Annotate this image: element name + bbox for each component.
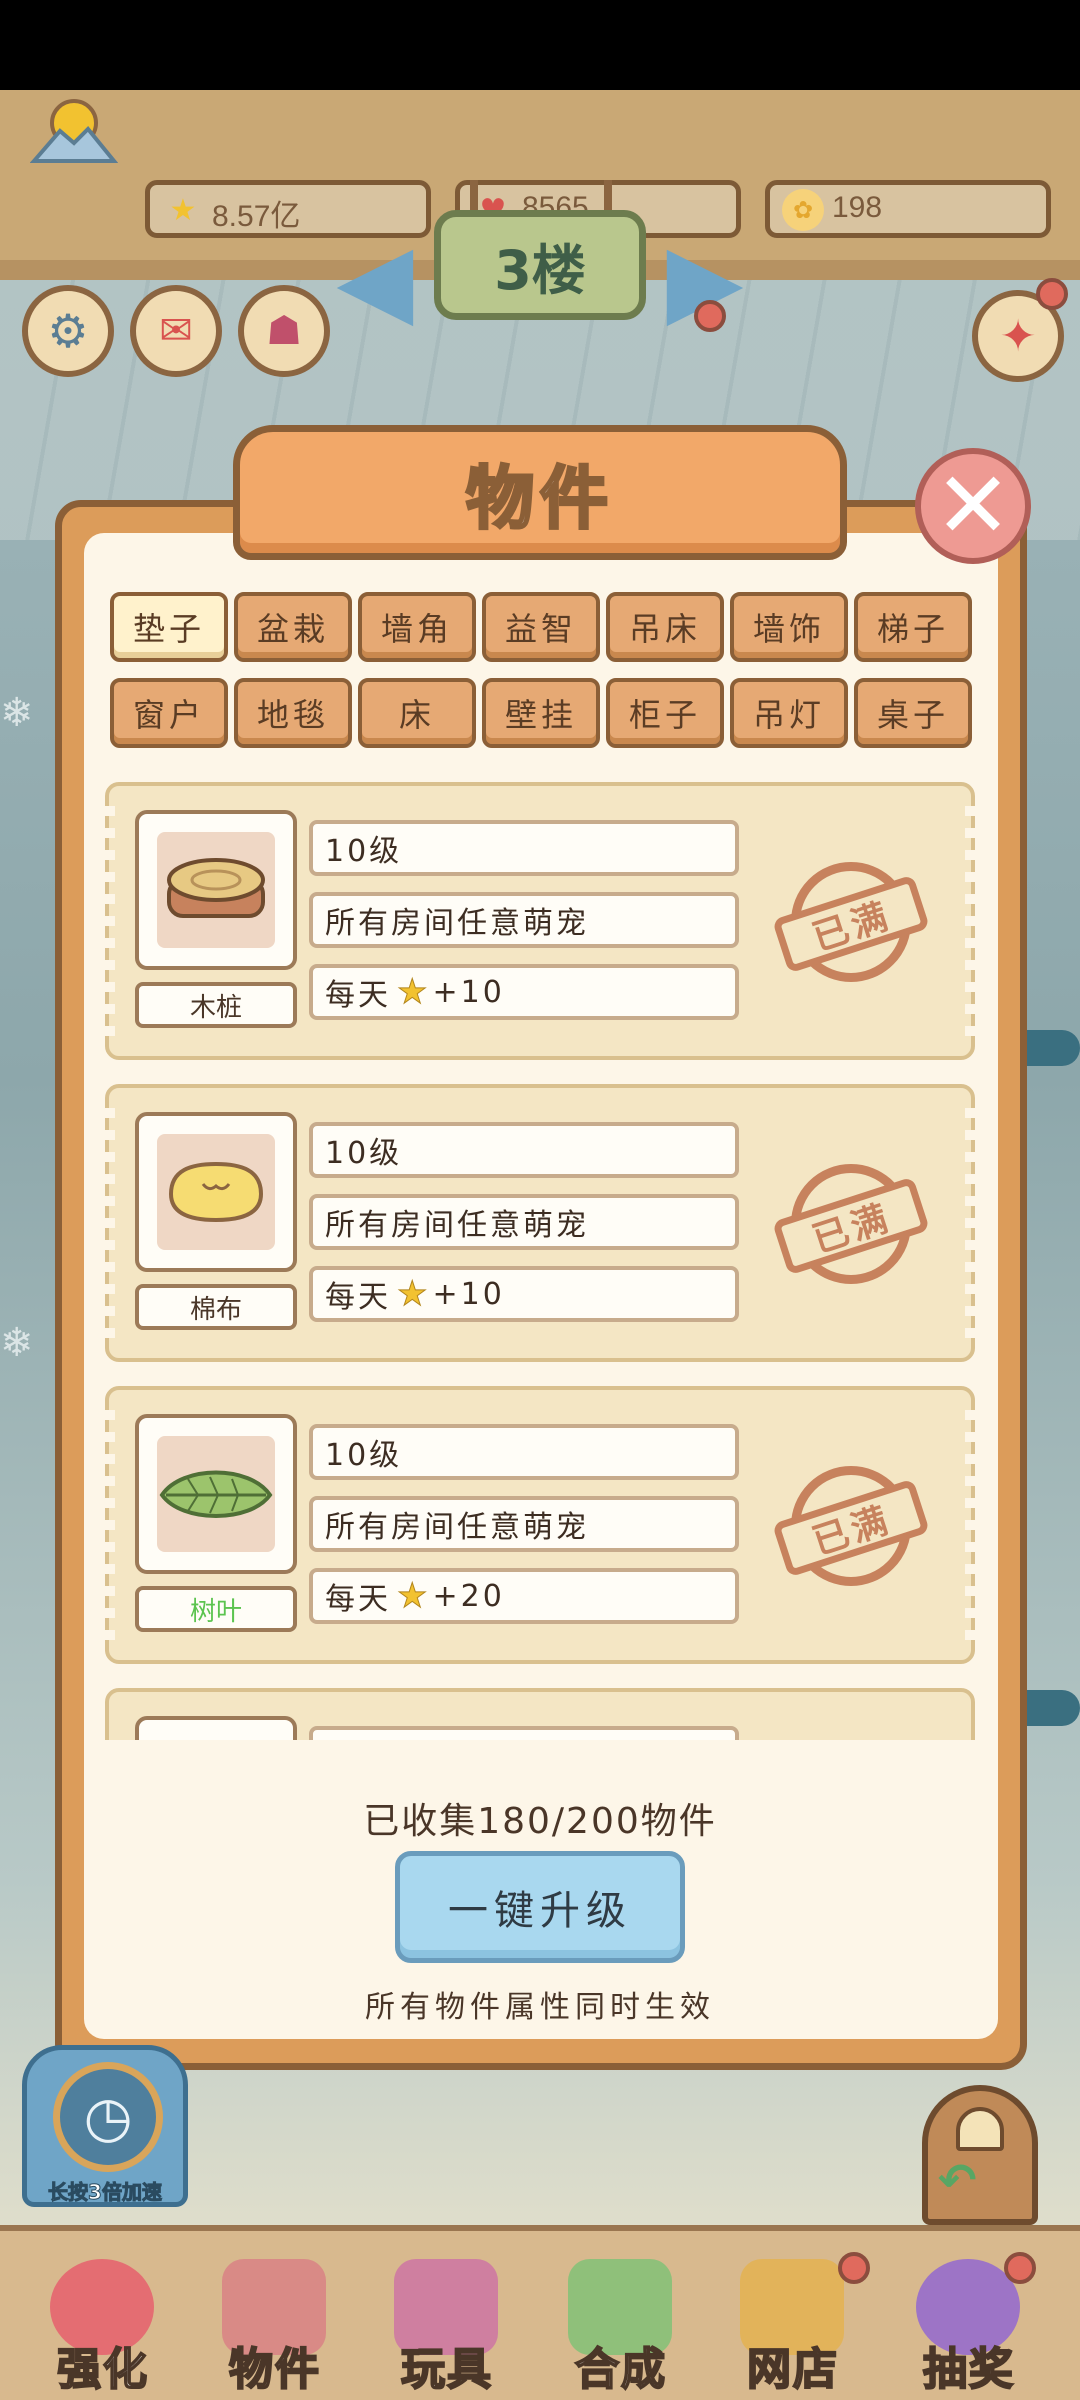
notification-dot: [1036, 278, 1068, 310]
item-level: 10级: [309, 1424, 739, 1480]
speed-up-button[interactable]: ◷ 长按3倍加速: [22, 2045, 188, 2207]
item-thumbnail[interactable]: [135, 1716, 297, 1740]
tab-bed[interactable]: 床: [358, 678, 476, 748]
one-click-upgrade-button[interactable]: 一键升级: [395, 1851, 685, 1963]
clock-icon: ◷: [53, 2062, 163, 2172]
nav-enhance[interactable]: 强化: [28, 2255, 178, 2400]
tab-wall-corner[interactable]: 墙角: [358, 592, 476, 662]
item-name: 棉布: [135, 1284, 297, 1330]
nav-items[interactable]: 物件: [200, 2255, 350, 2400]
item-card: 树叶 10级 所有房间任意萌宠 每天 ★ +20 已满: [105, 1386, 975, 1664]
reward-value: +10: [432, 974, 505, 1010]
item-card: [105, 1688, 975, 1740]
item-level: [309, 1726, 739, 1740]
item-thumbnail[interactable]: [135, 810, 297, 970]
item-thumbnail[interactable]: [135, 1414, 297, 1574]
item-scope: 所有房间任意萌宠: [309, 892, 739, 948]
item-scope: 所有房间任意萌宠: [309, 1496, 739, 1552]
tab-cushion[interactable]: 垫子: [110, 592, 228, 662]
tab-cabinet[interactable]: 柜子: [606, 678, 724, 748]
tab-wall-decor[interactable]: 墙饰: [730, 592, 848, 662]
star-icon: ★: [169, 192, 197, 228]
item-name: 树叶: [135, 1586, 297, 1632]
modal-title: 物件: [464, 459, 614, 541]
tab-table[interactable]: 桌子: [854, 678, 972, 748]
mail-icon[interactable]: ✉: [130, 285, 222, 377]
close-button[interactable]: ✕: [915, 448, 1031, 564]
item-card: 木桩 10级 所有房间任意萌宠 每天 ★ +10 已满: [105, 782, 975, 1060]
tab-window[interactable]: 窗户: [110, 678, 228, 748]
weather-mountain-icon[interactable]: [30, 95, 118, 165]
snowflake-icon: ❄: [0, 690, 34, 736]
nav-label: 网店: [746, 2343, 839, 2396]
nav-label: 强化: [56, 2343, 149, 2396]
maxed-stamp: 已满: [771, 1164, 931, 1284]
book-icon[interactable]: ☗: [238, 285, 330, 377]
tab-puzzle[interactable]: 益智: [482, 592, 600, 662]
star-icon: ★: [396, 1576, 431, 1617]
leaf-icon: [159, 1470, 273, 1518]
paw-coin-icon: ✿: [782, 189, 824, 231]
reward-prefix: 每天: [325, 1280, 391, 1315]
item-reward: 每天 ★ +10: [309, 1266, 739, 1322]
item-card: 棉布 10级 所有房间任意萌宠 每天 ★ +10 已满: [105, 1084, 975, 1362]
coin-count: 198: [832, 191, 883, 224]
nav-label: 抽奖: [922, 2343, 1015, 2396]
reward-prefix: 每天: [325, 978, 391, 1013]
nav-synthesize[interactable]: 合成: [546, 2255, 696, 2400]
reward-value: +20: [432, 1578, 505, 1614]
maxed-stamp: 已满: [771, 1466, 931, 1586]
reward-value: +10: [432, 1276, 505, 1312]
tab-carpet[interactable]: 地毯: [234, 678, 352, 748]
tab-hammock[interactable]: 吊床: [606, 592, 724, 662]
cotton-cushion-icon: [168, 1161, 264, 1223]
stump-icon: [167, 858, 265, 918]
close-icon: ✕: [934, 452, 1012, 559]
back-arrow-icon: ↶: [938, 2153, 977, 2207]
collected-count: 已收集180/200物件: [363, 1801, 717, 1842]
nav-label: 物件: [228, 2343, 321, 2396]
notification-dot: [694, 300, 726, 332]
status-bar: [0, 0, 1080, 90]
tab-wall-hanging[interactable]: 壁挂: [482, 678, 600, 748]
tab-pot-plant[interactable]: 盆栽: [234, 592, 352, 662]
settings-gear-icon[interactable]: ⚙: [22, 285, 114, 377]
item-scope: 所有房间任意萌宠: [309, 1194, 739, 1250]
star-icon: ★: [396, 1274, 431, 1315]
modal-title-banner: 物件: [233, 425, 847, 560]
nav-toys[interactable]: 玩具: [372, 2255, 522, 2400]
maxed-stamp: 已满: [771, 862, 931, 982]
item-reward: 每天 ★ +20: [309, 1568, 739, 1624]
exit-door-button[interactable]: ↶: [922, 2085, 1038, 2225]
door-window: [956, 2107, 1004, 2151]
coin-currency: ✿ 198: [765, 180, 1051, 238]
item-name: 木桩: [135, 982, 297, 1028]
floor-sign: 3楼: [434, 210, 646, 320]
reward-prefix: 每天: [325, 1582, 391, 1617]
item-list[interactable]: 木桩 10级 所有房间任意萌宠 每天 ★ +10 已满 棉布 10级 所有房间任意萌…: [105, 780, 975, 1740]
item-thumbnail[interactable]: [135, 1112, 297, 1272]
star-icon: ★: [396, 972, 431, 1013]
effect-hint: 所有物件属性同时生效: [365, 1990, 715, 2025]
notification-dot: [1004, 2252, 1036, 2284]
nav-label: 合成: [574, 2343, 667, 2396]
tab-chandelier[interactable]: 吊灯: [730, 678, 848, 748]
floor-prev-arrow-icon[interactable]: ◀: [330, 230, 420, 330]
speed-up-label: 长按3倍加速: [48, 2180, 163, 2205]
nav-label: 玩具: [400, 2343, 493, 2396]
snowflake-icon: ❄: [0, 1320, 34, 1366]
item-level: 10级: [309, 820, 739, 876]
tab-ladder[interactable]: 梯子: [854, 592, 972, 662]
star-count: 8.57亿: [212, 200, 301, 233]
item-reward: 每天 ★ +10: [309, 964, 739, 1020]
notification-dot: [838, 2252, 870, 2284]
item-level: 10级: [309, 1122, 739, 1178]
